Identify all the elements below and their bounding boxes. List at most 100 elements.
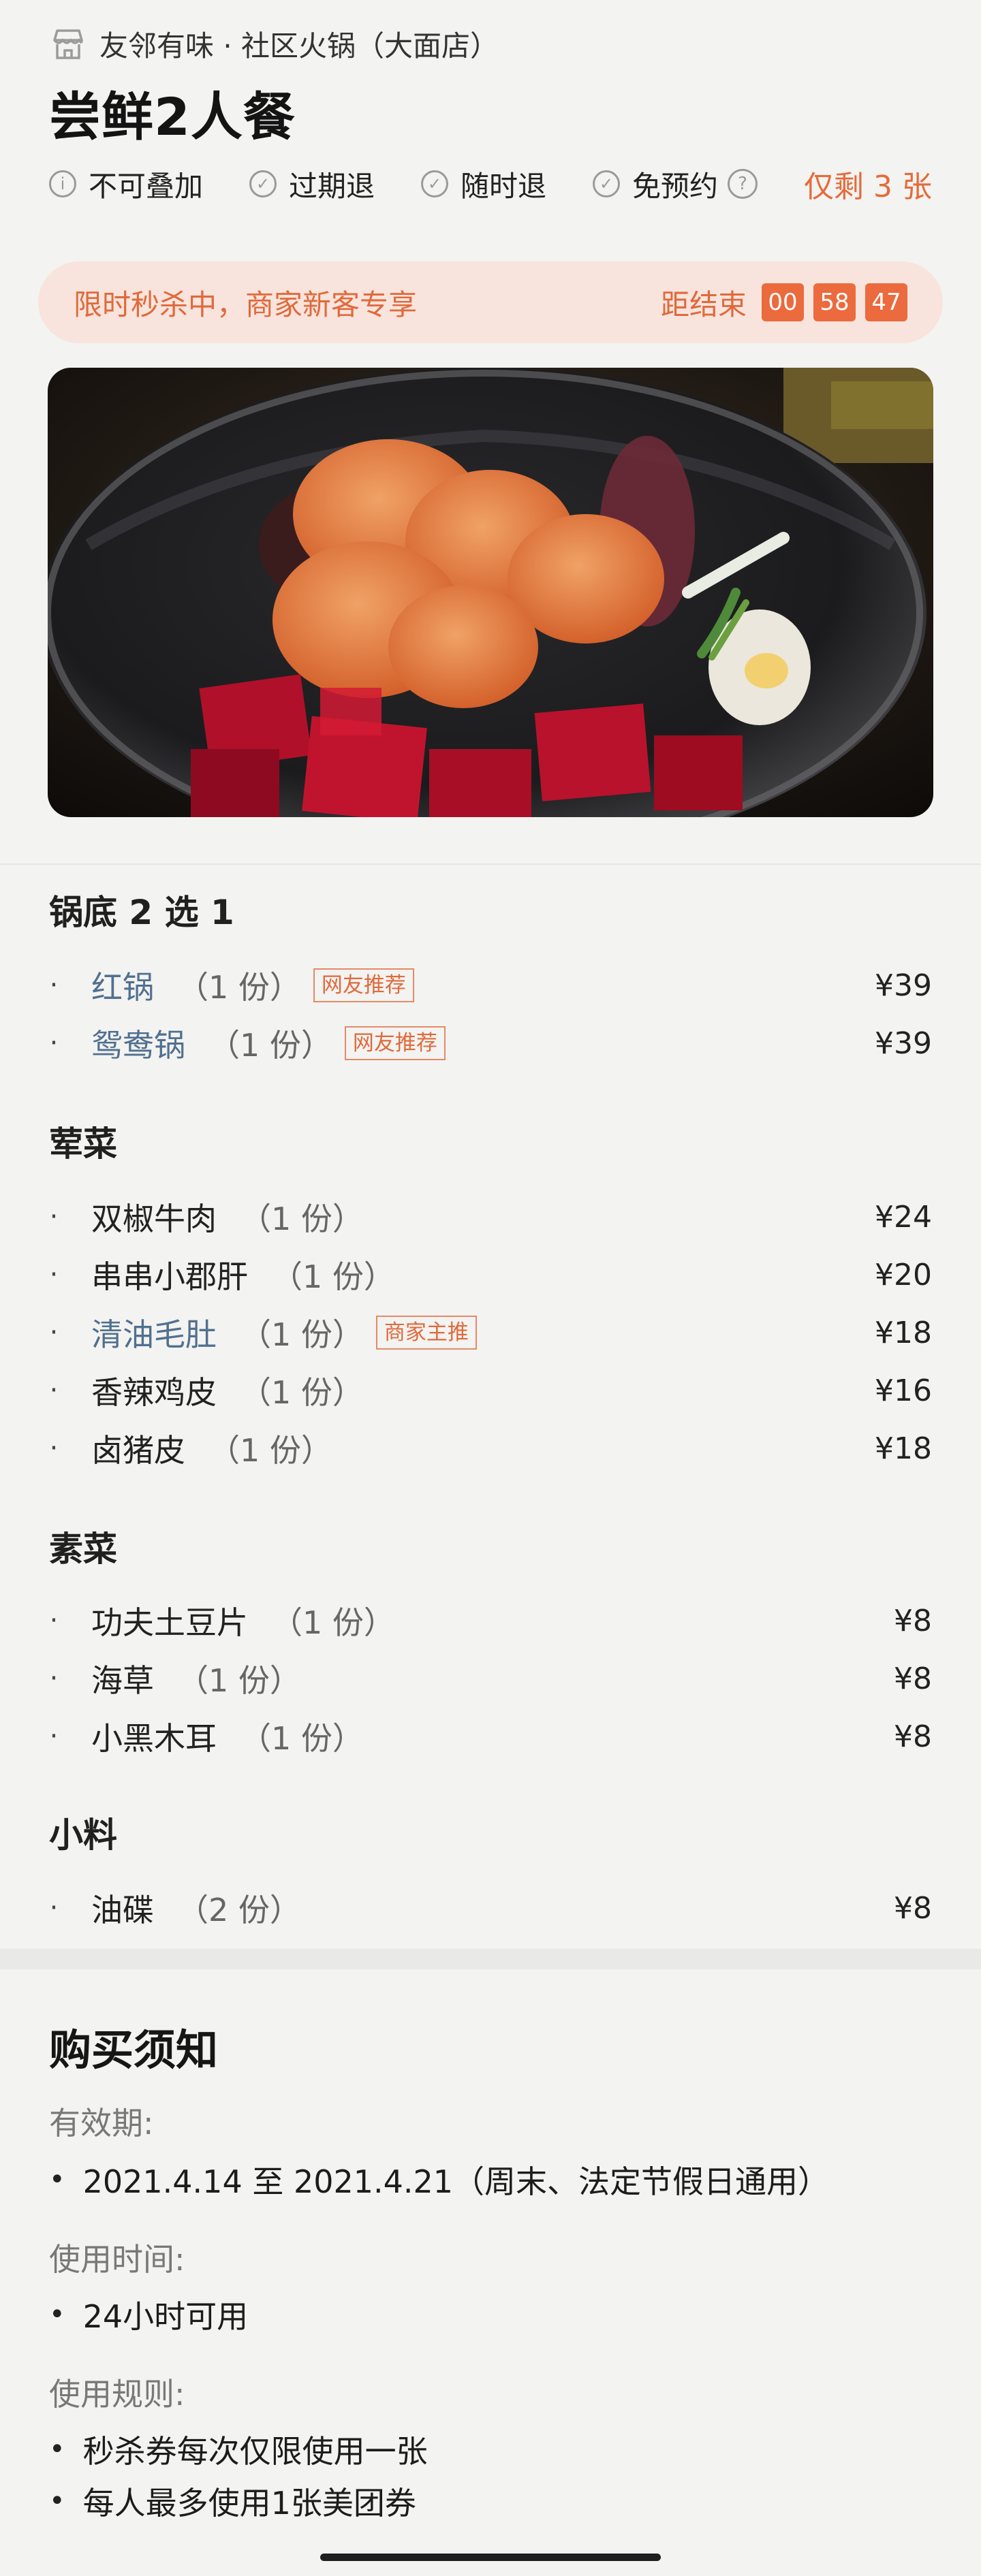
tag-label: 过期退 xyxy=(289,169,375,203)
flash-sale-bar: 限时秒杀中，商家新客专享 距结束 00 58 47 xyxy=(38,261,943,343)
item-qty: （1 份） xyxy=(240,1316,364,1353)
item-name[interactable]: 红锅 xyxy=(91,963,154,1008)
item-qty: （2 份） xyxy=(177,1892,301,1928)
item-name[interactable]: 清油毛肚 xyxy=(91,1310,217,1355)
item-name: 香辣鸡皮 xyxy=(91,1374,217,1411)
rule-item: • 秒杀券每次仅限使用一张 xyxy=(49,2427,428,2472)
countdown: 距结束 00 58 47 xyxy=(661,282,907,323)
menu-item[interactable]: · 鸳鸯锅 （1 份） 网友推荐 ¥39 xyxy=(49,1019,932,1067)
bullet: · xyxy=(49,1721,59,1752)
item-qty: （1 份） xyxy=(208,1432,332,1469)
item-price: ¥18 xyxy=(875,1431,932,1466)
tag-expired-refund: ✓ 过期退 xyxy=(249,163,375,205)
bullet: · xyxy=(49,1028,59,1059)
item-qty: （1 份） xyxy=(271,1258,395,1295)
item-qty: （1 份） xyxy=(177,1662,301,1699)
menu-item: · 双椒牛肉 （1 份） ¥24 xyxy=(49,1193,932,1241)
rule-text: 每人最多使用1张美团券 xyxy=(82,2485,416,2522)
menu-item: · 油碟 （2 份） ¥8 xyxy=(49,1884,932,1932)
store-name[interactable]: 友邻有味 · 社区火锅（大面店） xyxy=(99,23,499,65)
bullet: · xyxy=(49,1317,59,1348)
countdown-seconds: 47 xyxy=(865,283,907,321)
item-price: ¥18 xyxy=(875,1315,932,1350)
item-name: 小黑木耳 xyxy=(91,1720,217,1757)
bullet: • xyxy=(49,2164,65,2195)
deal-photo[interactable] xyxy=(48,368,933,817)
deal-page: 友邻有味 · 社区火锅（大面店） 尝鲜2人餐 i 不可叠加 ✓ 过期退 ✓ 随时… xyxy=(0,0,981,2576)
menu-section-title: 小料 xyxy=(49,1815,117,1855)
tag-anytime-refund: ✓ 随时退 xyxy=(421,163,546,205)
hotpot-photo-image xyxy=(48,368,933,817)
store-icon xyxy=(49,25,87,63)
home-indicator[interactable] xyxy=(320,2554,661,2561)
countdown-label: 距结束 xyxy=(660,287,747,321)
item-price: ¥8 xyxy=(894,1661,932,1696)
bullet: · xyxy=(49,970,59,1001)
check-circle-icon: ✓ xyxy=(249,170,277,197)
item-name: 双椒牛肉 xyxy=(91,1200,217,1237)
bullet: • xyxy=(49,2434,65,2465)
rule-text: 秒杀券每次仅限使用一张 xyxy=(82,2433,428,2470)
info-icon: i xyxy=(49,170,76,197)
menu-item: · 卤猪皮 （1 份） ¥18 xyxy=(49,1425,932,1472)
tag-label: 随时退 xyxy=(461,169,547,203)
item-name[interactable]: 鸳鸯锅 xyxy=(91,1021,185,1066)
menu-section-title: 锅底 2 选 1 xyxy=(49,893,234,932)
validity-label: 有效期: xyxy=(49,2105,154,2142)
item-qty: （1 份） xyxy=(240,1720,364,1757)
menu-item: · 功夫土豆片 （1 份） ¥8 xyxy=(49,1597,932,1644)
tag-label: 免预约 xyxy=(632,169,719,203)
item-name: 油碟 xyxy=(91,1892,154,1928)
menu-item: · 小黑木耳 （1 份） ¥8 xyxy=(49,1713,932,1760)
rule-item: • 每人最多使用1张美团券 xyxy=(49,2479,416,2524)
bullet: · xyxy=(49,1201,59,1233)
menu-item[interactable]: · 清油毛肚 （1 份） 商家主推 ¥18 xyxy=(49,1309,932,1356)
item-price: ¥24 xyxy=(875,1199,932,1235)
item-qty: （1 份） xyxy=(240,1374,364,1411)
divider xyxy=(0,863,981,865)
item-price: ¥16 xyxy=(875,1373,932,1408)
item-qty: （1 份） xyxy=(208,1027,332,1064)
item-qty: （1 份） xyxy=(271,1604,395,1641)
bullet: · xyxy=(49,1375,59,1406)
item-price: ¥8 xyxy=(894,1603,932,1638)
item-name: 卤猪皮 xyxy=(91,1432,185,1469)
tag-row: i 不可叠加 ✓ 过期退 ✓ 随时退 ✓ 免预约 ? 仅剩 3 张 xyxy=(49,162,932,206)
item-qty: （1 份） xyxy=(240,1200,364,1237)
usage-time-label: 使用时间: xyxy=(49,2241,185,2278)
bullet: • xyxy=(49,2485,65,2517)
bullet: · xyxy=(49,1433,59,1464)
validity-line: • 2021.4.14 至 2021.4.21（周末、法定节假日通用） xyxy=(49,2157,829,2202)
store-row[interactable]: 友邻有味 · 社区火锅（大面店） xyxy=(49,23,499,65)
bullet: · xyxy=(49,1663,59,1694)
menu-section-title: 素菜 xyxy=(49,1529,117,1569)
section-divider xyxy=(0,1949,981,1969)
menu-item: · 香辣鸡皮 （1 份） ¥16 xyxy=(49,1367,932,1414)
check-circle-icon: ✓ xyxy=(593,170,621,197)
item-price: ¥39 xyxy=(875,1025,932,1061)
countdown-minutes: 58 xyxy=(813,283,856,321)
item-name: 海草 xyxy=(91,1662,154,1699)
item-badge: 网友推荐 xyxy=(313,968,414,1002)
check-circle-icon: ✓ xyxy=(421,170,449,197)
item-price: ¥8 xyxy=(894,1890,932,1926)
tag-no-reservation: ✓ 免预约 ? xyxy=(593,163,758,205)
flash-sale-text: 限时秒杀中，商家新客专享 xyxy=(74,287,418,321)
bullet: • xyxy=(49,2299,65,2330)
tag-no-stacking: i 不可叠加 xyxy=(49,163,203,205)
menu-section-title: 荤菜 xyxy=(49,1124,117,1164)
help-icon[interactable]: ? xyxy=(728,169,758,199)
menu-item[interactable]: · 红锅 （1 份） 网友推荐 ¥39 xyxy=(49,961,932,1009)
bullet: · xyxy=(49,1259,59,1290)
item-price: ¥39 xyxy=(875,968,932,1003)
menu-item: · 串串小郡肝 （1 份） ¥20 xyxy=(49,1251,932,1299)
item-name: 串串小郡肝 xyxy=(91,1258,248,1295)
notice-title: 购买须知 xyxy=(49,2025,219,2075)
item-price: ¥20 xyxy=(875,1257,932,1292)
menu-item: · 海草 （1 份） ¥8 xyxy=(49,1655,932,1702)
tag-label: 不可叠加 xyxy=(89,169,204,203)
validity-value: 2021.4.14 至 2021.4.21（周末、法定节假日通用） xyxy=(82,2163,830,2200)
item-qty: （1 份） xyxy=(177,969,301,1006)
bullet: · xyxy=(49,1605,59,1636)
item-badge: 商家主推 xyxy=(375,1316,477,1350)
